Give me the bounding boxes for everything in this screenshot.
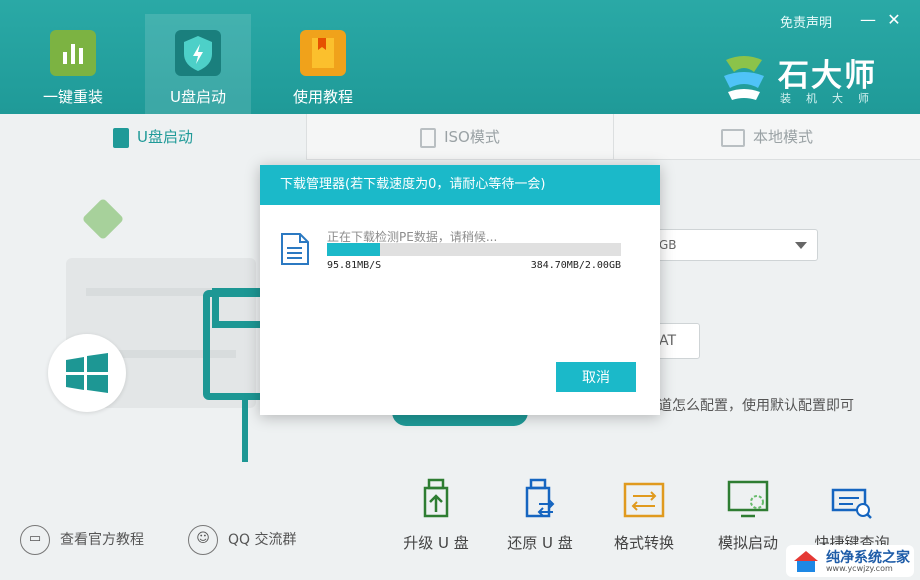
modal-overlay: 下载管理器(若下载速度为0，请耐心等待一会) 正在下载检测PE数据，请稍候...…	[0, 0, 920, 580]
site-watermark: 纯净系统之家 www.ycwjzy.com	[786, 545, 914, 577]
download-progress-bar	[327, 243, 621, 256]
download-size: 384.70MB/2.00GB	[530, 260, 621, 271]
house-logo-icon	[794, 551, 818, 572]
watermark-url: www.ycwjzy.com	[826, 564, 893, 573]
download-speed: 95.81MB/S	[327, 260, 382, 271]
dialog-title: 下载管理器(若下载速度为0，请耐心等待一会)	[260, 165, 660, 205]
document-icon	[281, 233, 309, 265]
progress-fill	[327, 243, 380, 256]
download-manager-dialog: 下载管理器(若下载速度为0，请耐心等待一会) 正在下载检测PE数据，请稍候...…	[260, 165, 660, 415]
cancel-button[interactable]: 取消	[556, 362, 636, 392]
